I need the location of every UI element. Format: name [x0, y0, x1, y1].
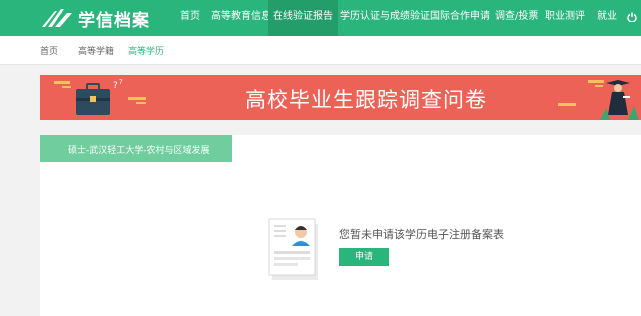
briefcase-icon: [76, 83, 110, 115]
subnav-item-home[interactable]: 首页: [40, 44, 58, 57]
graduate-figure-icon: [606, 80, 630, 115]
nav-item-home[interactable]: 首页: [180, 0, 200, 36]
nav-item-career-test[interactable]: 职业测评: [545, 0, 585, 36]
nav-item-higher-education[interactable]: 高等教育信息: [211, 0, 271, 36]
apply-button[interactable]: 申请: [339, 248, 389, 266]
banner-title: 高校毕业生跟踪调查问卷: [245, 88, 487, 112]
nav-item-degree-certification[interactable]: 学历认证与成绩验证: [340, 0, 430, 36]
survey-banner[interactable]: ? ? 高校毕业生跟踪调查问卷: [40, 75, 641, 120]
power-icon[interactable]: [627, 12, 637, 22]
logo-text: 学信档案: [78, 10, 150, 31]
breadcrumb: 首页 高等学籍 高等学历: [0, 36, 641, 65]
subnav-item-degree[interactable]: 高等学历: [128, 44, 164, 57]
degree-tab-label: 硕士-武汉轻工大学-农村与区域发展: [68, 146, 210, 156]
top-nav-bar: 学信档案 首页 高等教育信息 在线验证报告 学历认证与成绩验证 国际合作申请 调…: [0, 0, 641, 36]
subnav-item-enrollment[interactable]: 高等学籍: [78, 44, 114, 57]
svg-text:?: ?: [113, 81, 118, 91]
nav-item-survey[interactable]: 调查/投票: [495, 0, 538, 36]
nav-item-employment[interactable]: 就业: [597, 0, 617, 36]
nav-item-international[interactable]: 国际合作申请: [430, 0, 490, 36]
document-profile-icon: [268, 218, 318, 280]
site-logo[interactable]: 学信档案: [40, 6, 150, 31]
nav-item-online-verification[interactable]: 在线验证报告: [268, 0, 338, 36]
svg-text:?: ?: [119, 78, 123, 86]
logo-book-icon: [42, 9, 72, 27]
empty-state-message: 您暂未申请该学历电子注册备案表: [339, 228, 504, 241]
